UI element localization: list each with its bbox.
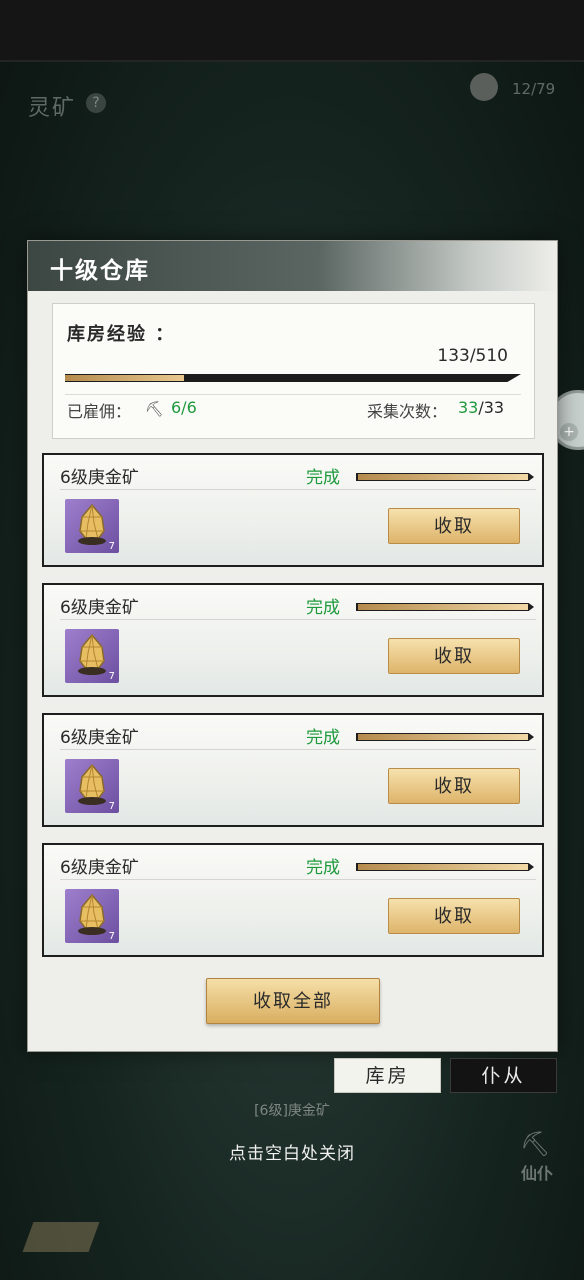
divider — [60, 619, 536, 620]
divider — [60, 879, 536, 880]
xianpu-icon[interactable]: ⛏ — [520, 1130, 550, 1158]
task-progress-fill — [358, 734, 528, 740]
divider — [60, 749, 536, 750]
task-status: 完成 — [306, 598, 340, 618]
ore-icon — [78, 633, 106, 675]
task-name: 6级庚金矿 — [60, 858, 139, 878]
task-status: 完成 — [306, 468, 340, 488]
top-bar — [0, 0, 584, 62]
item-count: 7 — [108, 931, 115, 942]
help-icon[interactable]: ? — [86, 93, 106, 113]
gather-done: 33 — [458, 398, 479, 417]
collect-all-button[interactable]: 收取全部 — [206, 978, 380, 1024]
page-title: 灵矿 — [28, 96, 77, 121]
divider — [60, 489, 536, 490]
divider — [65, 394, 521, 395]
task-card: 6级庚金矿 完成 7 收取 — [42, 583, 544, 697]
item-count: 7 — [108, 671, 115, 682]
gather-value: 33/33 — [458, 398, 504, 417]
hired-value: 6/6 — [171, 398, 197, 417]
xianpu-label[interactable]: 仙仆 — [521, 1160, 553, 1184]
collect-button[interactable]: 收取 — [388, 638, 520, 674]
ore-item-tile[interactable]: 7 — [65, 759, 119, 813]
exp-progress-bar — [65, 374, 521, 382]
item-count: 7 — [108, 801, 115, 812]
warehouse-panel: 十级仓库 库房经验 ： 133/510 已雇佣： ⛏ 6/6 采集次数： 33/… — [27, 240, 558, 1052]
plus-icon: + — [560, 423, 578, 441]
ore-icon — [78, 503, 106, 545]
exp-box: 库房经验 ： 133/510 已雇佣： ⛏ 6/6 采集次数： 33/33 — [52, 303, 535, 439]
exp-progress-fill — [65, 375, 184, 381]
worker-icon: ⛏ — [145, 400, 165, 418]
scroll-icon[interactable] — [22, 1222, 100, 1252]
ore-item-tile[interactable]: 7 — [65, 499, 119, 553]
ore-caption: [6级]庚金矿 — [254, 1103, 330, 1119]
item-count: 7 — [108, 541, 115, 552]
tab-servant[interactable]: 仆从 — [450, 1058, 557, 1093]
task-card: 6级庚金矿 完成 7 收取 — [42, 713, 544, 827]
task-progress-bar — [356, 603, 534, 611]
ore-item-tile[interactable]: 7 — [65, 889, 119, 943]
task-list: 6级庚金矿 完成 7 收取 6级庚金矿 完成 7 收取 6级庚金矿 完成 7 收取 6级庚金矿 完成 7 收取 — [42, 453, 546, 973]
tab-storage[interactable]: 库房 — [334, 1058, 441, 1093]
collect-button[interactable]: 收取 — [388, 508, 520, 544]
task-progress-bar — [356, 473, 534, 481]
resource-icon — [470, 73, 498, 101]
task-status: 完成 — [306, 858, 340, 878]
task-name: 6级庚金矿 — [60, 728, 139, 748]
ore-icon — [78, 893, 106, 935]
task-card: 6级庚金矿 完成 7 收取 — [42, 843, 544, 957]
collect-button[interactable]: 收取 — [388, 768, 520, 804]
panel-header: 十级仓库 — [28, 241, 557, 291]
exp-value: 133/510 — [437, 346, 508, 366]
task-status: 完成 — [306, 728, 340, 748]
task-progress-fill — [358, 864, 528, 870]
ore-item-tile[interactable]: 7 — [65, 629, 119, 683]
panel-title: 十级仓库 — [50, 257, 150, 284]
task-progress-fill — [358, 604, 528, 610]
gather-total: /33 — [478, 398, 505, 417]
task-progress-bar — [356, 863, 534, 871]
task-progress-bar — [356, 733, 534, 741]
gather-label: 采集次数： — [367, 402, 448, 421]
close-hint[interactable]: 点击空白处关闭 — [0, 1139, 584, 1164]
task-card: 6级庚金矿 完成 7 收取 — [42, 453, 544, 567]
ore-icon — [78, 763, 106, 805]
collect-button[interactable]: 收取 — [388, 898, 520, 934]
task-progress-fill — [358, 474, 528, 480]
task-name: 6级庚金矿 — [60, 468, 139, 488]
hired-label: 已雇佣： — [67, 402, 132, 421]
resource-counter: 12/79 — [512, 80, 556, 98]
exp-label: 库房经验 ： — [67, 324, 176, 345]
task-name: 6级庚金矿 — [60, 598, 139, 618]
